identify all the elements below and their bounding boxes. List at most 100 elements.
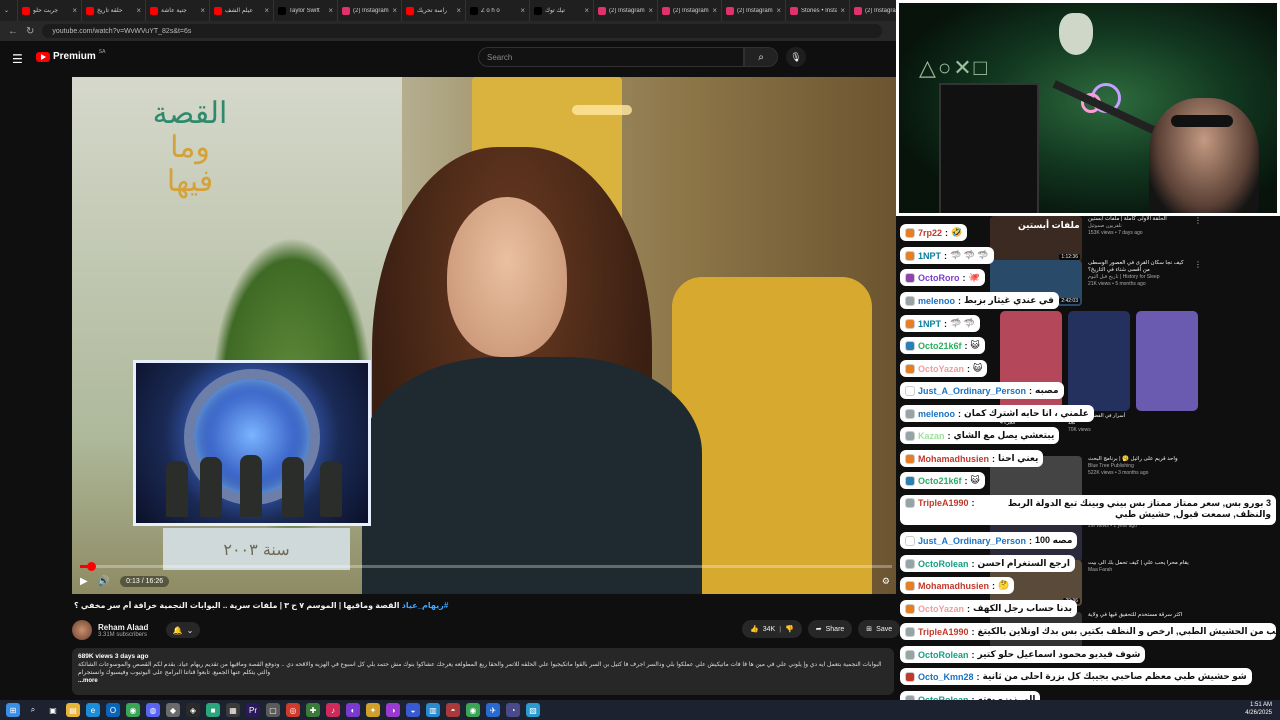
close-icon[interactable]: × <box>392 6 397 15</box>
browser-tab[interactable]: Z o h o × <box>466 0 530 21</box>
close-icon[interactable]: × <box>72 6 77 15</box>
chat-username[interactable]: TripleA1990 <box>918 627 969 637</box>
close-icon[interactable]: × <box>264 6 269 15</box>
windows-start-icon[interactable]: ⊞ <box>6 703 20 717</box>
back-icon[interactable]: ← <box>8 26 18 37</box>
app-icon[interactable]: ◔ <box>506 703 520 717</box>
progress-scrubber[interactable] <box>86 562 96 571</box>
discord-icon[interactable]: ◍ <box>146 703 160 717</box>
app-icon[interactable]: ▧ <box>526 703 540 717</box>
browser-tab[interactable]: (2) Instagram× <box>594 0 658 21</box>
chat-username[interactable]: Just_A_Ordinary_Person <box>918 386 1026 396</box>
chat-username[interactable]: Octo_Kmn28 <box>918 672 974 682</box>
voice-search-button[interactable]: 🎙 <box>786 47 806 67</box>
browser-tab[interactable]: عيلم الشف × <box>210 0 274 21</box>
close-icon[interactable]: × <box>136 6 141 15</box>
browser-tab[interactable]: جربت حلو × <box>18 0 82 21</box>
tiktok-icon[interactable]: ♪ <box>326 703 340 717</box>
app-icon[interactable]: ▥ <box>426 703 440 717</box>
browser-tab[interactable]: (2) Instagram× <box>338 0 402 21</box>
app-icon[interactable]: ◈ <box>186 703 200 717</box>
chat-username[interactable]: 7rp22 <box>918 228 942 238</box>
app-icon[interactable]: ◆ <box>166 703 180 717</box>
app-icon[interactable]: ✚ <box>306 703 320 717</box>
file-explorer-icon[interactable]: ▤ <box>66 703 80 717</box>
browser-tab[interactable]: (2) Instagram× <box>658 0 722 21</box>
app-icon[interactable]: ◐ <box>346 703 360 717</box>
url-input[interactable]: youtube.com/watch?v=WvWVuYT_82s&t=6s <box>42 24 883 38</box>
settings-icon[interactable]: ⚙ <box>882 576 890 587</box>
search-input[interactable]: Search <box>478 47 744 67</box>
premiere-icon[interactable]: Pr <box>246 703 260 717</box>
chat-username[interactable]: Just_A_Ordinary_Person <box>918 536 1026 546</box>
app-icon[interactable]: ◓ <box>446 703 460 717</box>
volume-icon[interactable]: 🔊 <box>98 576 110 587</box>
app-icon[interactable]: ◒ <box>406 703 420 717</box>
task-view-icon[interactable]: ▣ <box>46 703 60 717</box>
chat-username[interactable]: OctoYazan <box>918 364 964 374</box>
reload-icon[interactable]: ↻ <box>26 26 34 37</box>
chrome-icon[interactable]: ◉ <box>466 703 480 717</box>
chat-username[interactable]: Kazan <box>918 431 945 441</box>
close-icon[interactable]: × <box>712 6 717 15</box>
search-icon[interactable]: ⌕ <box>26 703 40 717</box>
chat-username[interactable]: OctoRolean <box>918 650 969 660</box>
edge-icon[interactable]: e <box>86 703 100 717</box>
chat-username[interactable]: Mohamadhusien <box>918 454 989 464</box>
chrome-icon[interactable]: ◉ <box>126 703 140 717</box>
app-icon[interactable]: ◎ <box>286 703 300 717</box>
youtube-premium-logo[interactable]: Premium SA <box>36 49 105 62</box>
browser-tab[interactable]: (2) Instagram× <box>722 0 786 21</box>
app-icon[interactable]: ✦ <box>366 703 380 717</box>
close-icon[interactable]: × <box>776 6 781 15</box>
chat-message: TripleA1990: 3 بورو بس, سعر ممتاز ممتاز ب… <box>900 495 1276 525</box>
close-icon[interactable]: × <box>200 6 205 15</box>
channel-avatar[interactable] <box>72 620 92 640</box>
close-icon[interactable]: × <box>328 6 333 15</box>
progress-bar[interactable] <box>80 562 892 571</box>
app-icon[interactable]: ■ <box>206 703 220 717</box>
chat-username[interactable]: Octo21k6f <box>918 476 962 486</box>
notification-bell-button[interactable]: 🔔 ⌄ <box>166 622 200 638</box>
app-icon[interactable]: ✈ <box>486 703 500 717</box>
channel-name[interactable]: Reham Alaad <box>98 623 148 632</box>
chat-username[interactable]: OctoYazan <box>918 604 964 614</box>
close-icon[interactable]: × <box>648 6 653 15</box>
app-icon[interactable]: ◑ <box>386 703 400 717</box>
title-hashtag[interactable]: #ريهام_عياد <box>402 601 449 610</box>
browser-tab[interactable]: Taylor Swift × <box>274 0 338 21</box>
thumbs-down-icon[interactable]: 👎 <box>785 625 794 633</box>
share-button[interactable]: ➦ Share <box>807 620 853 638</box>
save-button[interactable]: ⊞ Save <box>858 620 901 638</box>
close-icon[interactable]: × <box>584 6 589 15</box>
chat-username[interactable]: melenoo <box>918 296 955 306</box>
browser-tab[interactable]: تيك توك × <box>530 0 594 21</box>
chat-username[interactable]: OctoRolean <box>918 559 969 569</box>
close-icon[interactable]: × <box>456 6 461 15</box>
app-icon[interactable]: ▦ <box>226 703 240 717</box>
chevron-down-icon: ⌄ <box>186 625 194 635</box>
chat-username[interactable]: 1NPT <box>918 319 941 329</box>
close-icon[interactable]: × <box>520 6 525 15</box>
hamburger-menu-icon[interactable]: ☰ <box>12 52 23 66</box>
app-icon[interactable]: ▢ <box>266 703 280 717</box>
more-link[interactable]: ...more <box>78 677 888 685</box>
chat-username[interactable]: Mohamadhusien <box>918 581 989 591</box>
browser-tab[interactable]: جنية عاشة × <box>146 0 210 21</box>
close-icon[interactable]: × <box>840 6 845 15</box>
play-icon[interactable]: ▶ <box>80 576 88 587</box>
description-box[interactable]: 689K views 3 days ago البوابات النجمية ب… <box>72 648 894 695</box>
like-button[interactable]: 👍 34K | 👎 <box>742 620 802 638</box>
outlook-icon[interactable]: O <box>106 703 120 717</box>
browser-tab[interactable]: راسة تحريك × <box>402 0 466 21</box>
chat-username[interactable]: TripleA1990 <box>918 498 969 509</box>
chat-username[interactable]: OctoRoro <box>918 273 960 283</box>
tab-search-icon[interactable]: ⌄ <box>0 0 18 21</box>
chat-username[interactable]: Octo21k6f <box>918 341 962 351</box>
browser-tab[interactable]: Stories • Instagram× <box>786 0 850 21</box>
chat-username[interactable]: melenoo <box>918 409 955 419</box>
chat-username[interactable]: 1NPT <box>918 251 941 261</box>
browser-tab[interactable]: (2) Instagram× <box>850 0 900 21</box>
search-button[interactable]: ⌕ <box>744 47 778 67</box>
browser-tab[interactable]: حلقة تاريخ × <box>82 0 146 21</box>
